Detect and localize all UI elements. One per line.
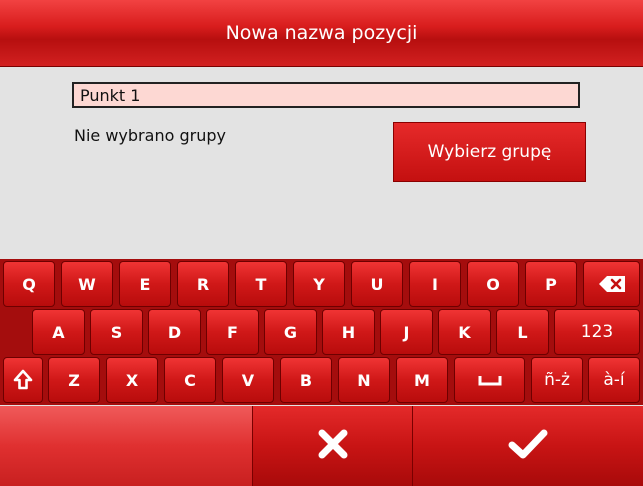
space-key[interactable] xyxy=(454,357,525,403)
shift-icon xyxy=(13,369,33,391)
key-x[interactable]: X xyxy=(106,357,158,403)
numbers-key[interactable]: 123 xyxy=(554,309,640,355)
key-w[interactable]: W xyxy=(61,261,113,307)
key-l[interactable]: L xyxy=(496,309,549,355)
close-icon xyxy=(317,428,349,464)
on-screen-keyboard: Q W E R T Y U I O P A S D F G H J K L 12… xyxy=(0,259,643,405)
key-s[interactable]: S xyxy=(90,309,143,355)
key-r[interactable]: R xyxy=(177,261,229,307)
select-group-label: Wybierz grupę xyxy=(427,142,552,162)
cancel-button[interactable] xyxy=(252,406,412,486)
key-g[interactable]: G xyxy=(264,309,317,355)
key-m[interactable]: M xyxy=(396,357,448,403)
bottom-action-bar xyxy=(0,406,643,486)
key-v[interactable]: V xyxy=(222,357,274,403)
backspace-key[interactable] xyxy=(583,261,640,307)
select-group-button[interactable]: Wybierz grupę xyxy=(393,122,586,182)
page-title: Nowa nazwa pozycji xyxy=(225,22,418,44)
key-q[interactable]: Q xyxy=(3,261,55,307)
key-c[interactable]: C xyxy=(164,357,216,403)
key-o[interactable]: O xyxy=(467,261,519,307)
key-j[interactable]: J xyxy=(380,309,433,355)
key-d[interactable]: D xyxy=(148,309,201,355)
key-u[interactable]: U xyxy=(351,261,403,307)
bottom-bar-blank-area xyxy=(0,406,252,486)
name-input[interactable] xyxy=(72,82,580,108)
key-k[interactable]: K xyxy=(438,309,491,355)
key-b[interactable]: B xyxy=(280,357,332,403)
key-a[interactable]: A xyxy=(32,309,85,355)
key-h[interactable]: H xyxy=(322,309,375,355)
key-f[interactable]: F xyxy=(206,309,259,355)
key-t[interactable]: T xyxy=(235,261,287,307)
title-bar: Nowa nazwa pozycji xyxy=(0,0,643,67)
key-p[interactable]: P xyxy=(525,261,577,307)
special-chars-key-1[interactable]: ñ-ż xyxy=(531,357,583,403)
special-chars-key-2[interactable]: à-í xyxy=(588,357,640,403)
key-i[interactable]: I xyxy=(409,261,461,307)
key-z[interactable]: Z xyxy=(48,357,100,403)
shift-key[interactable] xyxy=(3,357,43,403)
space-icon xyxy=(478,374,502,386)
confirm-button[interactable] xyxy=(412,406,643,486)
key-y[interactable]: Y xyxy=(293,261,345,307)
group-status-label: Nie wybrano grupy xyxy=(74,126,226,145)
backspace-icon xyxy=(598,276,625,292)
key-n[interactable]: N xyxy=(338,357,390,403)
key-e[interactable]: E xyxy=(119,261,171,307)
checkmark-icon xyxy=(508,428,548,464)
